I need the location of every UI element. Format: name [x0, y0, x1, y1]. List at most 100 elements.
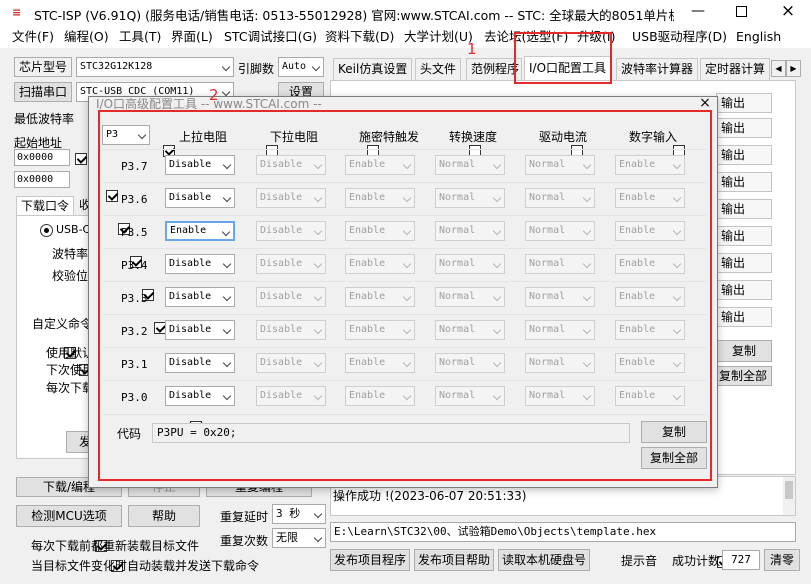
side-output-item[interactable]: 输出 [716, 199, 772, 219]
pin-p3-5-drive-current-select[interactable]: Normal [525, 221, 595, 241]
pin-p3-6-digital-input-select[interactable]: Enable [615, 188, 685, 208]
address-checkbox-1[interactable] [75, 152, 87, 165]
tab-header-file[interactable]: 头文件 [415, 58, 462, 80]
pin-p3-2-slew-rate-select[interactable]: Normal [435, 320, 505, 340]
side-output-item[interactable]: 输出 [716, 307, 772, 327]
pin-p3-7-checkbox[interactable] [106, 189, 118, 202]
menu-tools[interactable]: 工具(T) [119, 28, 161, 46]
log-scrollbar-thumb[interactable] [785, 481, 793, 499]
pin-p3-0-pull-up-select[interactable]: Disable [165, 386, 235, 406]
pin-p3-3-pull-down-select[interactable]: Disable [256, 287, 326, 307]
pin-p3-4-digital-input-select[interactable]: Enable [615, 254, 685, 274]
pin-p3-1-schmitt-trigger-select[interactable]: Enable [345, 353, 415, 373]
scan-port-button[interactable]: 扫描串口 [14, 82, 72, 102]
tab-timer-calculator[interactable]: 定时器计算 [700, 58, 770, 80]
side-output-item[interactable]: 输出 [716, 93, 772, 113]
radio-usb-cdc[interactable] [40, 224, 53, 237]
repeat-count-select[interactable]: 无限 [272, 528, 326, 548]
pins-select[interactable]: Auto [278, 57, 324, 77]
dialog-copy-all-button[interactable]: 复制全部 [641, 447, 707, 469]
pin-p3-2-pull-down-select[interactable]: Disable [256, 320, 326, 340]
side-output-item[interactable]: 输出 [716, 145, 772, 165]
side-output-item[interactable]: 输出 [716, 172, 772, 192]
pin-p3-6-pull-up-select[interactable]: Disable [165, 188, 235, 208]
menu-english[interactable]: English [736, 28, 781, 46]
minimize-button[interactable]: — [678, 0, 718, 24]
side-output-item[interactable]: 输出 [716, 253, 772, 273]
pin-p3-4-schmitt-trigger-select[interactable]: Enable [345, 254, 415, 274]
side-output-item[interactable]: 输出 [716, 280, 772, 300]
code-output-field[interactable]: P3PU = 0x20; [152, 423, 630, 443]
pin-p3-0-slew-rate-select[interactable]: Normal [435, 386, 505, 406]
pin-p3-7-schmitt-trigger-select[interactable]: Enable [345, 155, 415, 175]
close-button[interactable]: × [766, 0, 810, 24]
tab-scroll-right-button[interactable]: ▶ [786, 60, 801, 77]
pin-p3-2-digital-input-select[interactable]: Enable [615, 320, 685, 340]
pin-p3-7-slew-rate-select[interactable]: Normal [435, 155, 505, 175]
pin-p3-1-drive-current-select[interactable]: Normal [525, 353, 595, 373]
clear-count-button[interactable]: 清零 [764, 549, 800, 571]
pin-p3-5-pull-up-select[interactable]: Enable [165, 221, 235, 241]
pin-p3-4-pull-up-select[interactable]: Disable [165, 254, 235, 274]
dialog-copy-button[interactable]: 复制 [641, 421, 707, 443]
publish-project-button[interactable]: 发布项目程序 [330, 549, 410, 571]
pin-p3-6-slew-rate-select[interactable]: Normal [435, 188, 505, 208]
side-copy-button[interactable]: 复制 [716, 340, 772, 362]
tab-keil-settings[interactable]: Keil仿真设置 [333, 58, 413, 80]
side-output-item[interactable]: 输出 [716, 226, 772, 246]
pin-p3-4-pull-down-select[interactable]: Disable [256, 254, 326, 274]
side-copy-all-button[interactable]: 复制全部 [714, 366, 772, 386]
pin-p3-1-slew-rate-select[interactable]: Normal [435, 353, 505, 373]
side-output-item[interactable]: 输出 [716, 118, 772, 138]
pin-p3-1-digital-input-select[interactable]: Enable [615, 353, 685, 373]
read-disk-id-button[interactable]: 读取本机硬盘号 [498, 549, 590, 571]
tab-scroll-left-button[interactable]: ◀ [771, 60, 786, 77]
menu-interface[interactable]: 界面(L) [171, 28, 213, 46]
repeat-delay-select[interactable]: 3 秒 [272, 504, 326, 524]
pin-p3-3-drive-current-select[interactable]: Normal [525, 287, 595, 307]
tab-baud-calculator[interactable]: 波特率计算器 [616, 58, 699, 80]
tab-download-port[interactable]: 下载口令 [16, 196, 74, 216]
pin-p3-7-drive-current-select[interactable]: Normal [525, 155, 595, 175]
pin-p3-1-pull-up-select[interactable]: Disable [165, 353, 235, 373]
pin-p3-5-pull-down-select[interactable]: Disable [256, 221, 326, 241]
maximize-button[interactable] [722, 0, 762, 24]
help-button[interactable]: 帮助 [128, 505, 200, 527]
menu-usb-driver[interactable]: USB驱动程序(D) [632, 28, 727, 46]
pin-p3-4-drive-current-select[interactable]: Normal [525, 254, 595, 274]
pin-p3-6-drive-current-select[interactable]: Normal [525, 188, 595, 208]
pin-p3-0-drive-current-select[interactable]: Normal [525, 386, 595, 406]
pin-p3-1-pull-down-select[interactable]: Disable [256, 353, 326, 373]
pin-p3-7-pull-down-select[interactable]: Disable [256, 155, 326, 175]
start-address-field-2[interactable]: 0x0000 [14, 171, 70, 188]
detect-mcu-button[interactable]: 检测MCU选项 [16, 505, 122, 527]
pin-p3-5-schmitt-trigger-select[interactable]: Enable [345, 221, 415, 241]
menu-program[interactable]: 编程(O) [64, 28, 109, 46]
pin-p3-2-drive-current-select[interactable]: Normal [525, 320, 595, 340]
pin-p3-3-slew-rate-select[interactable]: Normal [435, 287, 505, 307]
port-group-select[interactable]: P3 [102, 125, 150, 145]
pin-p3-3-digital-input-select[interactable]: Enable [615, 287, 685, 307]
pin-p3-5-digital-input-select[interactable]: Enable [615, 221, 685, 241]
pin-p3-6-schmitt-trigger-select[interactable]: Enable [345, 188, 415, 208]
pin-p3-5-slew-rate-select[interactable]: Normal [435, 221, 505, 241]
chip-type-select[interactable]: STC32G12K128 [76, 57, 234, 77]
pin-p3-7-digital-input-select[interactable]: Enable [615, 155, 685, 175]
menu-file[interactable]: 文件(F) [12, 28, 54, 46]
pin-p3-6-pull-down-select[interactable]: Disable [256, 188, 326, 208]
pin-p3-3-pull-up-select[interactable]: Disable [165, 287, 235, 307]
menu-debug[interactable]: STC调试接口(G) [224, 28, 317, 46]
publish-help-button[interactable]: 发布项目帮助 [414, 549, 494, 571]
menu-download[interactable]: 资料下载(D) [325, 28, 394, 46]
pin-p3-7-pull-up-select[interactable]: Disable [165, 155, 235, 175]
pin-p3-3-schmitt-trigger-select[interactable]: Enable [345, 287, 415, 307]
pin-p3-2-pull-up-select[interactable]: Disable [165, 320, 235, 340]
pin-p3-0-schmitt-trigger-select[interactable]: Enable [345, 386, 415, 406]
pin-p3-0-digital-input-select[interactable]: Enable [615, 386, 685, 406]
pin-p3-4-slew-rate-select[interactable]: Normal [435, 254, 505, 274]
log-scrollbar[interactable] [783, 477, 795, 515]
pin-p3-2-schmitt-trigger-select[interactable]: Enable [345, 320, 415, 340]
start-address-field-1[interactable]: 0x0000 [14, 149, 70, 166]
menu-university[interactable]: 大学计划(U) [404, 28, 473, 46]
pin-p3-0-pull-down-select[interactable]: Disable [256, 386, 326, 406]
